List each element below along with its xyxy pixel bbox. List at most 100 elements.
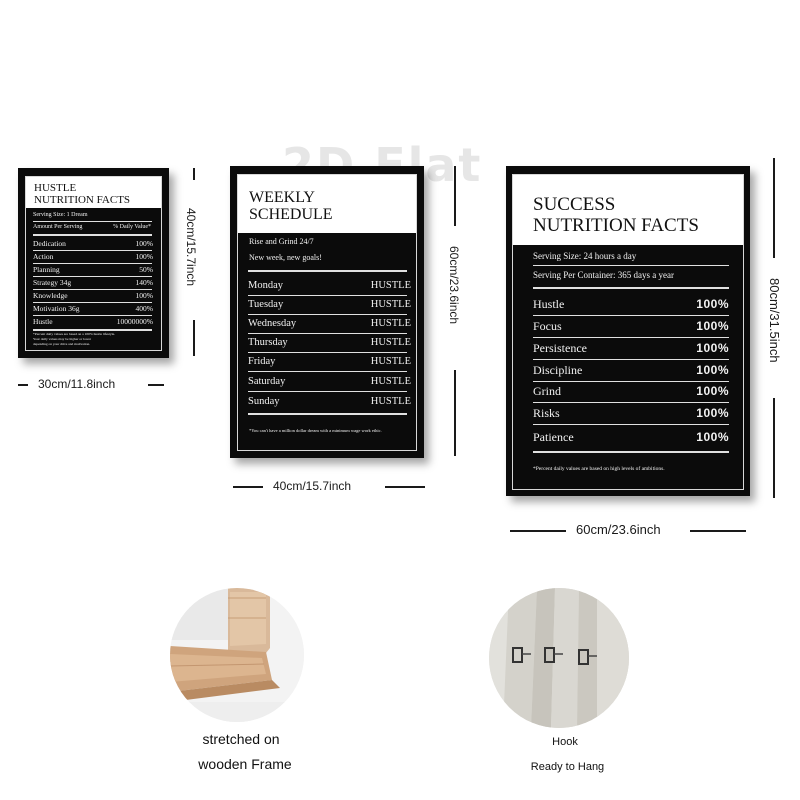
table-row: Action 100% [33, 252, 153, 261]
row-label: Risks [533, 406, 560, 420]
hook-icon [489, 588, 629, 728]
table-row: Strategy 34g 140% [33, 278, 153, 287]
divider [248, 333, 407, 334]
row-value: 100% [135, 252, 154, 261]
row-value: 100% [135, 291, 154, 300]
dimension-line [193, 320, 195, 356]
poster-weekly-subtitle-2: New week, new goals! [249, 253, 322, 262]
row-value: 140% [135, 278, 154, 287]
row-value: 100% [696, 319, 729, 333]
row-label: Saturday [248, 376, 286, 387]
divider [248, 352, 407, 353]
poster-success-footnote: *Percent daily values are based on high … [533, 466, 665, 472]
table-row: Risks 100% [533, 406, 729, 421]
row-value: HUSTLE [370, 318, 411, 329]
row-label: Sunday [248, 396, 280, 407]
row-label: Hustle [533, 297, 565, 311]
row-value: 50% [139, 265, 153, 274]
dimension-line [510, 530, 566, 532]
divider [33, 329, 152, 331]
table-row: Tuesday HUSTLE [248, 299, 411, 310]
row-value: 10000000% [116, 317, 153, 326]
poster-hustle-title-line2: NUTRITION FACTS [34, 193, 131, 206]
dimension-small-height: 40cm/15.7inch [184, 208, 198, 287]
poster-weekly-inner: WEEKLY SCHEDULE Rise and Grind 24/7 New … [237, 174, 417, 451]
table-row: Planning 50% [33, 265, 153, 274]
table-row: Dedication 100% [33, 239, 153, 248]
row-value: HUSTLE [370, 376, 411, 387]
row-label: Planning [33, 265, 60, 274]
table-row: Focus 100% [533, 319, 729, 334]
row-value: 100% [696, 341, 729, 355]
table-row: Thursday HUSTLE [248, 337, 411, 348]
row-label: Strategy 34g [33, 278, 72, 287]
row-value: 100% [696, 406, 729, 420]
table-row: Wednesday HUSTLE [248, 318, 411, 329]
poster-success-title-line2: NUTRITION FACTS [533, 214, 699, 236]
dimension-line [454, 370, 456, 456]
divider [33, 315, 152, 316]
hook-photo [489, 588, 629, 728]
dimension-line [233, 486, 263, 488]
row-value: HUSTLE [370, 337, 411, 348]
dimension-line [385, 486, 425, 488]
row-label: Persistence [533, 341, 587, 355]
dimension-small-width: 30cm/11.8inch [38, 377, 116, 391]
poster-hustle-serving-size: Serving Size: 1 Dream [33, 212, 88, 218]
table-row: Patience 100% [533, 430, 729, 445]
dimension-line [773, 398, 775, 498]
wooden-frame-icon [170, 588, 304, 722]
poster-hustle-daily-value-label: % Daily Value* [113, 224, 151, 230]
poster-success-serving-per-container: Serving Per Container: 365 days a year [533, 270, 674, 280]
row-label: Thursday [248, 337, 288, 348]
row-value: HUSTLE [370, 299, 411, 310]
table-row: Knowledge 100% [33, 291, 153, 300]
poster-weekly-subtitle-1: Rise and Grind 24/7 [249, 237, 314, 246]
divider [33, 289, 152, 290]
poster-hustle-footnote-1: *Percent daily values are based on a 100… [33, 332, 116, 336]
poster-hustle-header: HUSTLE NUTRITION FACTS [26, 177, 161, 208]
poster-hustle-amount-label: Amount Per Serving [33, 224, 83, 230]
row-value: 100% [135, 239, 154, 248]
row-value: 100% [696, 430, 729, 444]
dimension-large-width: 60cm/23.6inch [576, 522, 661, 537]
divider [533, 265, 729, 266]
dimension-medium-width: 40cm/15.7inch [273, 479, 352, 493]
row-label: Hustle [33, 317, 53, 326]
caption-ready-to-hang: Ready to Hang [530, 761, 605, 773]
row-value: HUSTLE [370, 280, 411, 291]
divider [248, 270, 407, 272]
divider [533, 337, 729, 338]
dimension-line [18, 384, 28, 386]
dimension-medium-height: 60cm/23.6inch [447, 246, 461, 325]
divider [533, 451, 729, 453]
divider [533, 424, 729, 425]
dimension-line [773, 158, 775, 258]
table-row: Grind 100% [533, 384, 729, 399]
poster-weekly-title-line2: SCHEDULE [249, 206, 333, 224]
divider [533, 381, 729, 382]
poster-weekly-title-line1: WEEKLY [249, 189, 315, 206]
caption-frame-line2: wooden Frame [198, 756, 292, 772]
row-value: 400% [135, 304, 154, 313]
divider [33, 276, 152, 277]
dimension-line [690, 530, 746, 532]
divider [248, 391, 407, 392]
table-row: Friday HUSTLE [248, 356, 411, 367]
dimension-line [193, 168, 195, 180]
row-label: Wednesday [248, 318, 297, 329]
divider [33, 234, 152, 236]
table-row: Motivation 36g 400% [33, 304, 153, 313]
poster-success-serving-size: Serving Size: 24 hours a day [533, 251, 637, 261]
row-label: Focus [533, 319, 562, 333]
divider [533, 359, 729, 360]
divider [248, 371, 407, 372]
row-label: Friday [248, 356, 276, 367]
poster-hustle-footnote-3: depending on your drive and motivation. [33, 342, 91, 346]
poster-hustle-nutrition: HUSTLE NUTRITION FACTS Serving Size: 1 D… [18, 168, 169, 358]
row-value: 100% [696, 297, 729, 311]
divider [248, 295, 407, 296]
row-label: Motivation 36g [33, 304, 80, 313]
divider [248, 314, 407, 315]
table-row: Saturday HUSTLE [248, 376, 411, 387]
